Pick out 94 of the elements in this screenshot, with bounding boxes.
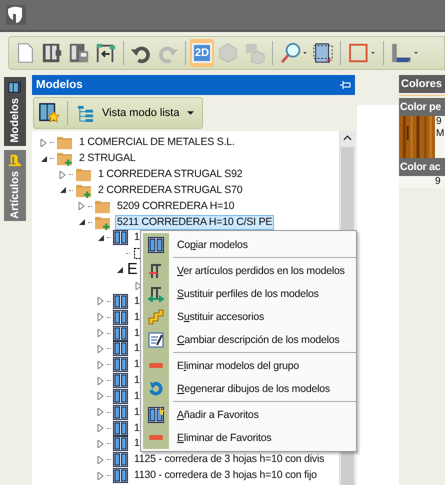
collapsed-arrow-icon[interactable] — [97, 456, 105, 464]
tree-item[interactable]: 1 — [132, 404, 142, 420]
window-model-icon — [113, 420, 128, 436]
tree-item[interactable]: 2 CORREDERA STRUGAL S70 — [96, 182, 244, 198]
collapsed-arrow-icon[interactable] — [97, 360, 105, 369]
tree-item[interactable]: 1 CORREDERA STRUGAL S92 — [96, 167, 244, 182]
tree-item[interactable]: E — [126, 262, 138, 278]
favorites-button[interactable] — [38, 102, 60, 124]
menu-item[interactable]: Sustituir accesorios — [141, 305, 356, 328]
collapsed-arrow-icon[interactable] — [135, 282, 143, 290]
menu-item[interactable]: Copiar modelos — [141, 233, 356, 256]
window-model-icon — [113, 341, 128, 356]
menu-item[interactable]: Añadir a Favoritos — [141, 403, 356, 426]
collapsed-arrow-icon[interactable] — [97, 313, 105, 322]
window-model-icon — [113, 294, 128, 309]
dropdown-arrow-icon — [187, 111, 194, 115]
tree-item[interactable]: 5209 CORREDERA H=10 — [115, 198, 236, 214]
menu-item[interactable]: Regenerar dibujos de los modelos — [141, 377, 356, 400]
tree-item[interactable]: 1130 - corredera de 3 hojas h=10 con fijo — [132, 468, 319, 484]
tree-item[interactable]: 1 — [132, 294, 142, 309]
folder-icon — [56, 151, 73, 166]
pin-icon[interactable] — [339, 80, 351, 90]
tree-item[interactable]: 1 — [132, 326, 142, 341]
tree-item[interactable]: 1 — [132, 373, 142, 388]
expanded-arrow-icon[interactable] — [59, 186, 67, 194]
tree-list-icon — [77, 104, 94, 122]
minus-icon — [148, 435, 164, 440]
tree-item[interactable]: 1 — [132, 310, 142, 325]
window-model-icon — [113, 326, 128, 341]
folder-icon — [94, 198, 111, 214]
tree-item[interactable]: 2 STRUGAL — [77, 151, 138, 166]
window-model-icon — [113, 230, 128, 246]
collapsed-arrow-icon[interactable] — [97, 376, 105, 385]
view-mode-button[interactable]: Vista modo lista — [75, 104, 196, 122]
window-model-icon — [113, 436, 128, 452]
color-text: 9 — [435, 176, 441, 188]
profile-swap-icon — [148, 286, 164, 302]
tree-item[interactable]: 1125 - corredera de 3 hojas h=10 con divis — [132, 452, 326, 468]
menu-item[interactable]: Sustituir perfiles de los modelos — [141, 282, 356, 305]
folder-icon — [56, 135, 73, 150]
scroll-up-icon[interactable] — [343, 135, 352, 141]
section-header: Color pe — [399, 98, 445, 116]
expanded-arrow-icon[interactable] — [40, 154, 48, 163]
window-model-icon — [113, 388, 128, 404]
collapsed-arrow-icon[interactable] — [97, 297, 105, 306]
tree-item[interactable]: 1 — [132, 420, 142, 436]
window-model-icon — [113, 404, 128, 420]
refresh-icon — [148, 380, 164, 396]
tree-item[interactable]: 1 — [132, 436, 142, 452]
minus-icon — [148, 363, 164, 368]
menu-item[interactable]: Eliminar modelos del grupo — [141, 354, 356, 377]
collapsed-arrow-icon[interactable] — [78, 202, 86, 210]
color-text: 9 — [436, 116, 443, 128]
menu-item[interactable]: Eliminar de Favoritos — [141, 426, 356, 449]
tree-item[interactable]: 1 — [132, 341, 142, 356]
expanded-arrow-icon[interactable] — [78, 218, 86, 226]
window-model-icon — [113, 373, 128, 388]
app-logo-icon — [6, 5, 26, 25]
collapsed-arrow-icon[interactable] — [97, 440, 105, 448]
panel-title: Modelos — [36, 79, 83, 91]
folder-icon — [94, 214, 111, 230]
color-text: M — [436, 128, 444, 140]
profile-icon — [8, 152, 22, 167]
collapsed-arrow-icon[interactable] — [97, 392, 105, 400]
expanded-arrow-icon[interactable] — [97, 234, 105, 242]
window-model-icon — [113, 357, 128, 372]
window-model-icon — [113, 452, 128, 468]
profile-icon — [148, 262, 164, 278]
window-model-icon — [113, 310, 128, 325]
collapsed-arrow-icon[interactable] — [97, 408, 105, 416]
expanded-arrow-icon[interactable] — [116, 266, 124, 274]
collapsed-arrow-icon[interactable] — [97, 329, 105, 338]
collapsed-arrow-icon[interactable] — [97, 424, 105, 432]
tree-item[interactable]: 5211 CORREDERA H=10 C/SI PE — [115, 214, 274, 230]
collapsed-arrow-icon[interactable] — [97, 344, 105, 353]
models-tab[interactable]: Modelos — [4, 77, 26, 146]
menu-item[interactable]: Ver artículos perdidos en los modelos — [141, 259, 356, 282]
accessory-icon — [148, 308, 164, 324]
tree-item[interactable]: 1 — [132, 388, 142, 404]
tree-item[interactable]: 1 — [132, 357, 142, 372]
collapsed-arrow-icon[interactable] — [59, 170, 67, 179]
section-header: Color ac — [399, 158, 445, 176]
collapsed-arrow-icon[interactable] — [40, 138, 48, 147]
folder-icon — [75, 167, 92, 182]
tree-item[interactable]: 1 — [132, 230, 142, 246]
folder-icon — [75, 182, 92, 198]
window-icon — [8, 80, 22, 94]
edit-icon — [148, 332, 164, 348]
colors-header: Colores — [399, 75, 445, 93]
menu-item[interactable]: Cambiar descripción de los modelos — [141, 328, 356, 351]
articles-tab[interactable]: Artículos — [4, 150, 26, 222]
collapsed-arrow-icon[interactable] — [97, 472, 105, 480]
window-icon — [148, 236, 164, 252]
tree-item[interactable]: 1 COMERCIAL DE METALES S.L. — [77, 135, 237, 150]
